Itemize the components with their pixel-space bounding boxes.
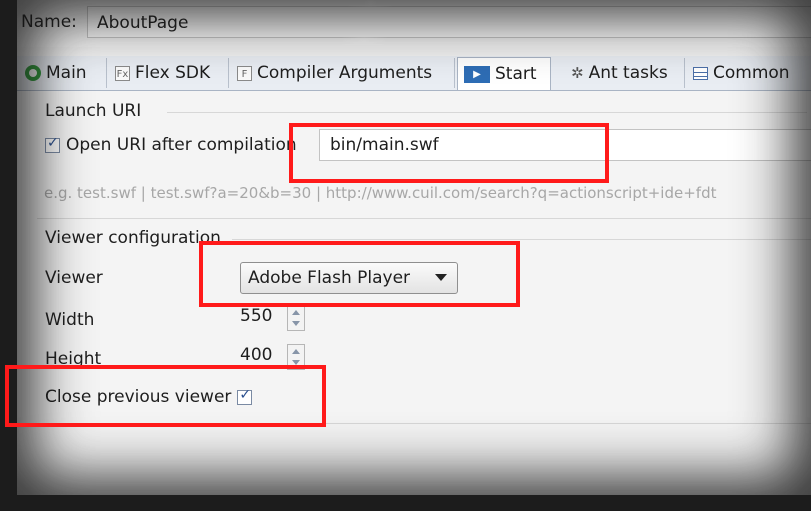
screenshot: Name: AboutPage Main Fx Flex SDK F Compi… (0, 0, 811, 511)
viewer-label: Viewer (45, 268, 103, 288)
tab-start[interactable]: ▶ Start (457, 57, 551, 90)
stepper-up-icon[interactable] (292, 349, 300, 354)
name-row: Name: AboutPage (17, 0, 811, 47)
run-icon (25, 65, 41, 81)
stepper-down-icon[interactable] (292, 321, 300, 326)
tab-flex-sdk[interactable]: Fx Flex SDK (109, 58, 229, 88)
highlight-box-uri (289, 123, 609, 183)
flex-sdk-icon: Fx (115, 65, 130, 81)
tab-label: Start (495, 64, 537, 84)
open-uri-label: Open URI after compilation (66, 135, 297, 155)
tab-common[interactable]: Common (687, 58, 811, 88)
tab-label: Compiler Arguments (257, 63, 433, 83)
height-value[interactable]: 400 (240, 345, 272, 365)
viewer-configuration-section-title: Viewer configuration (45, 228, 221, 248)
width-label: Width (45, 310, 95, 330)
tab-compiler-arguments[interactable]: F Compiler Arguments (231, 58, 455, 88)
common-icon (693, 66, 708, 80)
uri-hint: e.g. test.swf | test.swf?a=20&b=30 | htt… (44, 184, 717, 202)
section-divider (167, 112, 807, 113)
glare-decoration (247, 0, 487, 45)
tab-bar: Main Fx Flex SDK F Compiler Arguments ▶ … (17, 56, 811, 91)
compiler-arguments-icon: F (237, 65, 252, 81)
section-divider (37, 218, 811, 219)
name-value: AboutPage (97, 13, 189, 33)
launch-uri-section-title: Launch URI (45, 101, 142, 121)
tab-label: Common (713, 63, 790, 83)
name-label: Name: (21, 12, 77, 32)
ant-icon: ✲ (571, 64, 584, 82)
tab-main[interactable]: Main (19, 58, 107, 88)
tab-label: Ant tasks (588, 63, 668, 83)
tab-label: Main (46, 63, 87, 83)
stepper-up-icon[interactable] (292, 310, 300, 315)
open-uri-checkbox[interactable] (45, 135, 60, 153)
highlight-box-close-previous (5, 365, 326, 427)
width-stepper[interactable] (287, 305, 305, 331)
highlight-box-viewer (199, 241, 520, 307)
start-icon: ▶ (464, 65, 490, 83)
tab-label: Flex SDK (135, 63, 211, 83)
section-divider (232, 239, 811, 240)
tab-ant-tasks[interactable]: ✲ Ant tasks (565, 58, 685, 88)
width-value[interactable]: 550 (240, 306, 272, 326)
open-uri-option[interactable]: Open URI after compilation (45, 135, 297, 155)
